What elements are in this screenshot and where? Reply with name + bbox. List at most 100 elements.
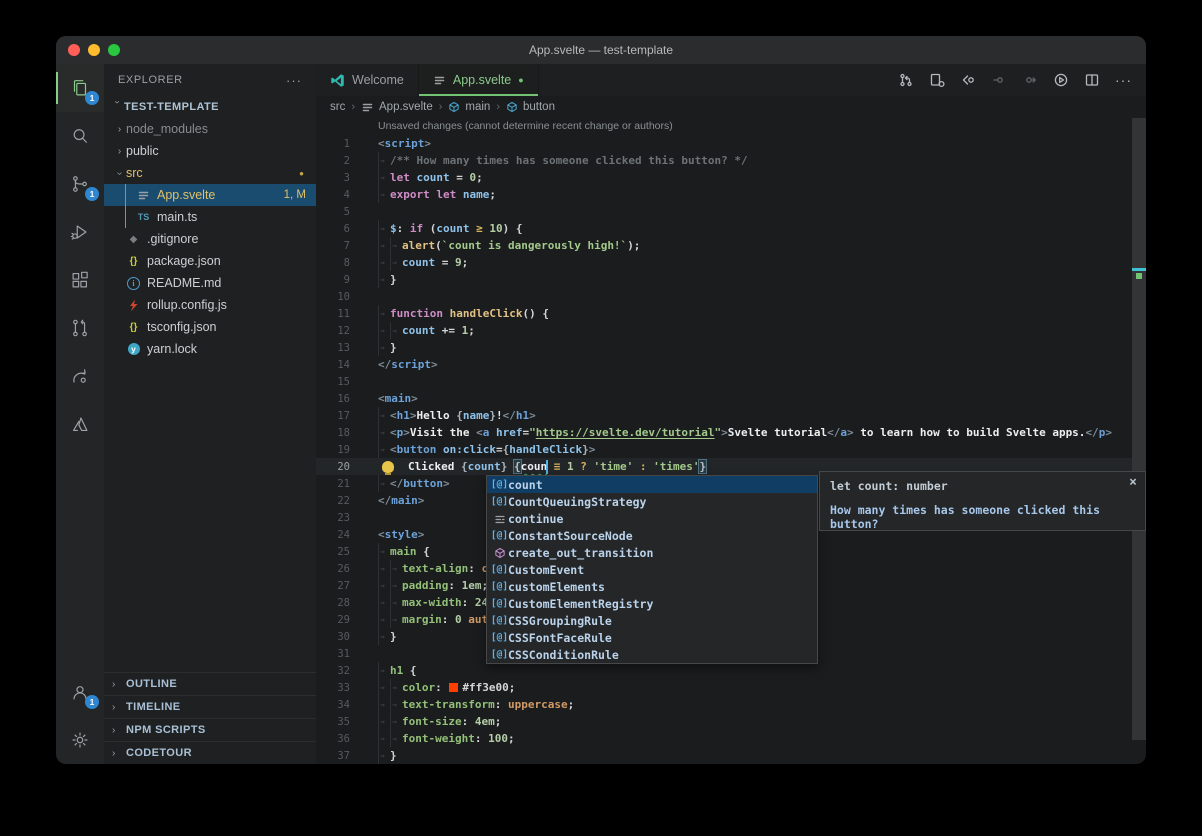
- line-content: →$: if (count ≥ 10) {: [378, 220, 523, 237]
- sidebar-panel-npm-scripts[interactable]: ›NPM SCRIPTS: [104, 718, 316, 741]
- sidebar-item-gitignore[interactable]: ◆.gitignore: [104, 228, 316, 250]
- line-number: 22: [316, 495, 378, 507]
- activity-item-live-share[interactable]: [56, 352, 104, 400]
- run-icon[interactable]: [1053, 72, 1069, 88]
- code-line-17[interactable]: 17→<h1>Hello {name}!</h1>: [316, 407, 1146, 424]
- code-line-36[interactable]: 36→→font-weight: 100;: [316, 730, 1146, 747]
- activity-item-explorer[interactable]: 1: [56, 64, 104, 112]
- activity-item-search[interactable]: [56, 112, 104, 160]
- suggestion-label: create_out_transition: [508, 546, 653, 560]
- close-window-button[interactable]: [68, 44, 80, 56]
- line-number: 31: [316, 648, 378, 660]
- code-line-37[interactable]: 37→}: [316, 747, 1146, 764]
- minimize-window-button[interactable]: [88, 44, 100, 56]
- line-number: 5: [316, 206, 378, 218]
- code-line-34[interactable]: 34→→text-transform: uppercase;: [316, 696, 1146, 713]
- suggestion-cssfontfacerule[interactable]: [@]CSSFontFaceRule: [487, 629, 817, 646]
- sidebar-item-rollup-config-js[interactable]: rollup.config.js: [104, 294, 316, 316]
- sidebar-item-public[interactable]: ›public: [104, 140, 316, 162]
- suggestion-customelements[interactable]: [@]customElements: [487, 578, 817, 595]
- breadcrumb-item-button[interactable]: button: [506, 101, 555, 113]
- line-content: <style>: [378, 526, 424, 543]
- activity-item-azure[interactable]: [56, 400, 104, 448]
- suggestion-cssgroupingrule[interactable]: [@]CSSGroupingRule: [487, 612, 817, 629]
- code-line-19[interactable]: 19→<button on:click={handleClick}>: [316, 441, 1146, 458]
- info-file-icon: i: [126, 276, 141, 291]
- code-line-2[interactable]: 2→/** How many times has someone clicked…: [316, 152, 1146, 169]
- lightbulb-icon[interactable]: [382, 461, 394, 473]
- navigate-back-icon[interactable]: [960, 72, 976, 88]
- code-line-14[interactable]: 14</script>: [316, 356, 1146, 373]
- code-line-15[interactable]: 15: [316, 373, 1146, 390]
- suggestion-count[interactable]: [@]count: [487, 476, 817, 493]
- source-control-icon[interactable]: [898, 72, 914, 88]
- settings-icon: [69, 729, 91, 751]
- editor-scrollbar[interactable]: [1132, 118, 1146, 740]
- code-line-35[interactable]: 35→→font-size: 4em;: [316, 713, 1146, 730]
- more-actions-icon[interactable]: ···: [1115, 72, 1132, 88]
- tab-welcome[interactable]: Welcome: [316, 64, 419, 96]
- code-line-33[interactable]: 33→→color: #ff3e00;: [316, 679, 1146, 696]
- sidebar-panel-timeline[interactable]: ›TIMELINE: [104, 695, 316, 718]
- code-line-11[interactable]: 11→function handleClick() {: [316, 305, 1146, 322]
- breadcrumb-item-app-svelte[interactable]: App.svelte: [361, 101, 433, 114]
- activity-item-extensions[interactable]: [56, 256, 104, 304]
- breadcrumb-item-src[interactable]: src: [330, 101, 345, 113]
- line-content: →→color: #ff3e00;: [378, 679, 515, 696]
- sidebar-item-main-ts[interactable]: TSmain.ts: [104, 206, 316, 228]
- activity-item-accounts[interactable]: 1: [56, 668, 104, 716]
- open-changes-icon[interactable]: [929, 72, 945, 88]
- code-line-1[interactable]: 1<script>: [316, 135, 1146, 152]
- suggestion-customevent[interactable]: [@]CustomEvent: [487, 561, 817, 578]
- line-number: 14: [316, 359, 378, 371]
- activity-item-github-pull-requests[interactable]: [56, 304, 104, 352]
- tab-app-svelte[interactable]: App.svelte●: [419, 64, 539, 96]
- editor-group: WelcomeApp.svelte●··· src›App.svelte›mai…: [316, 64, 1146, 764]
- breadcrumb-item-main[interactable]: main: [448, 101, 490, 113]
- code-editor[interactable]: Unsaved changes (cannot determine recent…: [316, 118, 1146, 764]
- code-line-3[interactable]: 3→let count = 0;: [316, 169, 1146, 186]
- sidebar-item-package-json[interactable]: {}package.json: [104, 250, 316, 272]
- code-line-6[interactable]: 6→$: if (count ≥ 10) {: [316, 220, 1146, 237]
- sidebar-item-app-svelte[interactable]: App.svelte1, M: [104, 184, 316, 206]
- code-line-18[interactable]: 18→<p>Visit the <a href="https://svelte.…: [316, 424, 1146, 441]
- code-line-32[interactable]: 32→h1 {: [316, 662, 1146, 679]
- zoom-window-button[interactable]: [108, 44, 120, 56]
- tree-root-test-template[interactable]: › TEST-TEMPLATE: [104, 96, 316, 118]
- suggestion-create-out-transition[interactable]: create_out_transition: [487, 544, 817, 561]
- line-content: →→font-weight: 100;: [378, 730, 515, 747]
- close-icon[interactable]: ×: [1129, 476, 1137, 489]
- code-line-5[interactable]: 5: [316, 203, 1146, 220]
- code-line-13[interactable]: 13→}: [316, 339, 1146, 356]
- suggestion-label: CSSConditionRule: [508, 648, 619, 662]
- code-line-10[interactable]: 10: [316, 288, 1146, 305]
- sidebar-item-readme-md[interactable]: iREADME.md: [104, 272, 316, 294]
- sidebar-item-src[interactable]: ›src●: [104, 162, 316, 184]
- editor-actions: ···: [898, 64, 1146, 96]
- overview-ruler-mark: [1132, 268, 1146, 271]
- suggestion-constantsourcenode[interactable]: [@]ConstantSourceNode: [487, 527, 817, 544]
- sidebar-panel-outline[interactable]: ›OUTLINE: [104, 673, 316, 695]
- code-line-7[interactable]: 7→→alert(`count is dangerously high!`);: [316, 237, 1146, 254]
- code-line-9[interactable]: 9→}: [316, 271, 1146, 288]
- split-editor-icon[interactable]: [1084, 72, 1100, 88]
- activity-item-settings[interactable]: [56, 716, 104, 764]
- code-line-8[interactable]: 8→→count = 9;: [316, 254, 1146, 271]
- symbol-module-icon: [491, 547, 508, 559]
- suggestion-countqueuingstrategy[interactable]: [@]CountQueuingStrategy: [487, 493, 817, 510]
- line-number: 23: [316, 512, 378, 524]
- code-line-12[interactable]: 12→→count += 1;: [316, 322, 1146, 339]
- sidebar-panel-codetour[interactable]: ›CODETOUR: [104, 741, 316, 764]
- suggestion-continue[interactable]: continue: [487, 510, 817, 527]
- suggestion-customelementregistry[interactable]: [@]CustomElementRegistry: [487, 595, 817, 612]
- line-number: 21: [316, 478, 378, 490]
- sidebar-item-node-modules[interactable]: ›node_modules: [104, 118, 316, 140]
- code-line-16[interactable]: 16<main>: [316, 390, 1146, 407]
- sidebar-item-tsconfig-json[interactable]: {}tsconfig.json: [104, 316, 316, 338]
- sidebar-more-actions-icon[interactable]: ···: [286, 73, 302, 88]
- sidebar-item-yarn-lock[interactable]: yyarn.lock: [104, 338, 316, 360]
- activity-item-run-debug[interactable]: [56, 208, 104, 256]
- activity-item-source-control[interactable]: 1: [56, 160, 104, 208]
- suggestion-cssconditionrule[interactable]: [@]CSSConditionRule: [487, 646, 817, 663]
- code-line-4[interactable]: 4→export let name;: [316, 186, 1146, 203]
